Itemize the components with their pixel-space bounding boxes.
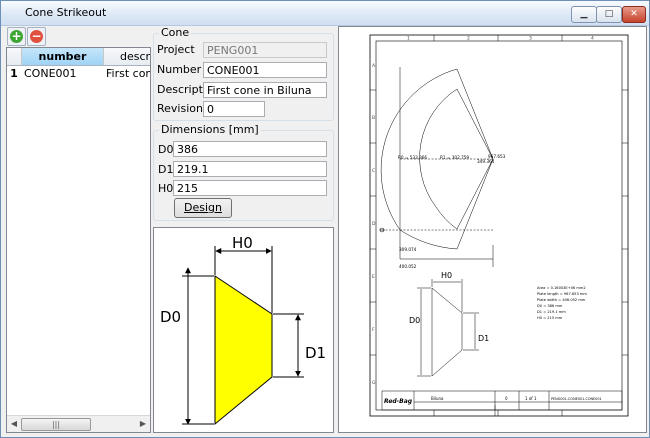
row-index[interactable]: 1	[7, 66, 21, 82]
minimize-button[interactable]: ▁	[571, 6, 597, 23]
sheet-col-1: 1	[407, 36, 410, 42]
sheet-col-3: 3	[529, 36, 532, 42]
design-button[interactable]: Design	[174, 198, 232, 218]
window-title: Cone Strikeout	[25, 6, 107, 19]
title-block-logo: Red-Bag	[384, 398, 413, 405]
d1-dimension-label: D1	[305, 344, 326, 362]
width-bottom-label: 309.074	[399, 247, 417, 252]
horizontal-scrollbar[interactable]: ◀ ||| ▶	[7, 415, 150, 432]
title-bar[interactable]: Cone Strikeout ▁ □ ✕	[1, 1, 649, 26]
revision-label: Revision	[157, 102, 203, 115]
column-header-description[interactable]: descrip	[104, 48, 150, 66]
row-header-corner	[7, 48, 22, 66]
h0-field[interactable]: 215	[173, 180, 327, 196]
d1-label: D1	[158, 163, 174, 176]
number-label: Number	[157, 63, 202, 76]
note-d1: D1 = 219.1 mm	[537, 310, 566, 314]
chord-inner-label: 349.364	[477, 159, 495, 164]
scroll-right-icon[interactable]: ▶	[137, 418, 149, 430]
title-block-sheet: 1 of 1	[525, 396, 537, 401]
cone-list-grid[interactable]: number descrip 1 CONE001 First cone ◀ ||…	[6, 47, 151, 433]
plus-circle-icon: +	[10, 29, 23, 43]
maximize-button[interactable]: □	[596, 6, 622, 23]
r0-label: R0 = 533.366	[398, 155, 427, 160]
note-d0: D0 = 386 mm	[537, 304, 563, 308]
minus-circle-icon: −	[30, 29, 43, 43]
title-block-drawing-number: PENG001-CONE001-CONE001	[551, 397, 602, 401]
note-h0: H0 = 215 mm	[537, 316, 563, 320]
cell-number[interactable]: CONE001	[24, 66, 104, 82]
dimensions-group: Dimensions [mm] D0 386 D1 219.1 H0 215 D…	[153, 123, 334, 221]
project-field[interactable]: PENG001	[203, 42, 327, 58]
sheet-row-f: F	[372, 327, 375, 333]
h0-label: H0	[158, 182, 174, 195]
remove-button[interactable]: −	[27, 27, 46, 46]
note-plate-length: Plate length = 967.653 mm	[537, 292, 587, 296]
app-icon	[8, 7, 20, 18]
scroll-thumb[interactable]: |||	[21, 418, 91, 431]
sheet-col-4: 4	[591, 36, 594, 42]
drawing-preview[interactable]: 1 2 3 4 A B C D E F G R0 = 533.366 R1 = …	[338, 26, 647, 433]
d0-dimension-label: D0	[160, 308, 181, 326]
cone-group: Cone Project PENG001 Number CONE001 Desc…	[153, 26, 334, 121]
sheet-col-2: 2	[467, 36, 470, 42]
design-button-label: Design	[184, 201, 222, 214]
r1-label: R1 = 302.759	[440, 155, 469, 160]
scroll-left-icon[interactable]: ◀	[8, 418, 20, 430]
cell-description[interactable]: First cone	[106, 66, 150, 82]
cone-diagram: H0 D0 D1	[153, 227, 334, 433]
note-plate-width: Plate width = 406.052 mm	[537, 298, 586, 302]
preview-h0-label: H0	[441, 271, 452, 280]
h0-dimension-label: H0	[232, 234, 253, 252]
dimensions-group-legend: Dimensions [mm]	[159, 123, 261, 136]
number-field[interactable]: CONE001	[203, 62, 327, 78]
column-header-number[interactable]: number	[22, 48, 104, 66]
sheet-row-b: B	[372, 115, 375, 121]
preview-d0-label: D0	[409, 316, 420, 325]
d0-field[interactable]: 386	[173, 141, 327, 157]
d0-label: D0	[158, 143, 174, 156]
description-field[interactable]: First cone in Biluna	[203, 82, 327, 98]
drawing-sheet-svg: 1 2 3 4 A B C D E F G R0 = 533.366 R1 = …	[369, 34, 629, 417]
note-area: Area = 0.16003E+06 mm2	[537, 286, 586, 290]
cone-diagram-svg: H0 D0 D1	[160, 234, 326, 426]
title-block-company: Biluna	[431, 396, 444, 401]
preview-d1-label: D1	[478, 334, 489, 343]
add-button[interactable]: +	[7, 27, 26, 46]
d1-field[interactable]: 219.1	[173, 161, 327, 177]
cone-group-legend: Cone	[159, 26, 192, 39]
sheet-row-e: E	[372, 274, 375, 280]
width-total-label: 400.052	[399, 264, 417, 269]
app-window: Cone Strikeout ▁ □ ✕ + − number descrip …	[0, 0, 650, 438]
revision-field[interactable]: 0	[203, 101, 265, 117]
sheet-row-c: C	[372, 168, 375, 174]
cone-shape	[214, 275, 273, 426]
sheet-row-d: D	[372, 221, 376, 227]
sheet-row-g: G	[372, 380, 376, 386]
close-button[interactable]: ✕	[622, 6, 646, 23]
project-label: Project	[157, 43, 195, 56]
